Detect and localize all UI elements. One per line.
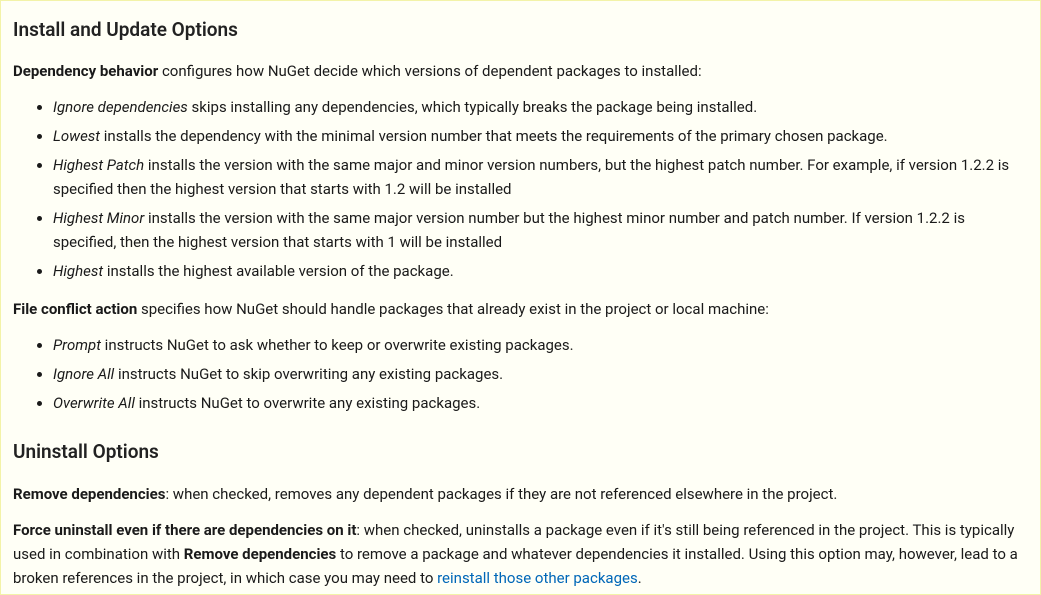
file-conflict-list: Prompt instructs NuGet to ask whether to… [13, 333, 1028, 415]
file-conflict-term: File conflict action [13, 300, 137, 318]
force-uninstall-term: Force uninstall even if there are depend… [13, 521, 356, 539]
file-term: Overwrite All [53, 394, 135, 412]
remove-dependencies-para: Remove dependencies: when checked, remov… [13, 482, 1028, 506]
dependency-behavior-intro: Dependency behavior configures how NuGet… [13, 59, 1028, 83]
dep-term: Highest Minor [53, 209, 144, 227]
dependency-behavior-term: Dependency behavior [13, 62, 158, 80]
force-uninstall-inner-term: Remove dependencies [184, 545, 336, 563]
list-item: Ignore All instructs NuGet to skip overw… [53, 362, 1028, 386]
dep-desc: installs the version with the same major… [53, 209, 965, 251]
file-desc: instructs NuGet to ask whether to keep o… [101, 336, 574, 354]
dep-desc: installs the version with the same major… [53, 156, 1009, 198]
remove-dependencies-term: Remove dependencies [13, 485, 165, 503]
dep-desc: installs the highest available version o… [103, 262, 454, 280]
dep-term: Lowest [53, 127, 100, 145]
file-term: Prompt [53, 336, 101, 354]
dep-term: Highest [53, 262, 103, 280]
dep-term: Highest Patch [53, 156, 144, 174]
list-item: Highest Patch installs the version with … [53, 153, 1028, 201]
list-item: Ignore dependencies skips installing any… [53, 95, 1028, 119]
file-conflict-text: specifies how NuGet should handle packag… [137, 300, 769, 318]
dep-term: Ignore dependencies [53, 98, 188, 116]
file-desc: instructs NuGet to skip overwriting any … [114, 365, 503, 383]
reinstall-packages-link[interactable]: reinstall those other packages [437, 569, 638, 587]
dependency-behavior-list: Ignore dependencies skips installing any… [13, 95, 1028, 283]
force-uninstall-text3: . [638, 569, 642, 587]
force-uninstall-para: Force uninstall even if there are depend… [13, 518, 1028, 590]
file-conflict-intro: File conflict action specifies how NuGet… [13, 297, 1028, 321]
uninstall-options-heading: Uninstall Options [13, 437, 1028, 467]
dependency-behavior-text: configures how NuGet decide which versio… [158, 62, 701, 80]
file-term: Ignore All [53, 365, 114, 383]
list-item: Highest installs the highest available v… [53, 259, 1028, 283]
install-update-heading: Install and Update Options [13, 15, 1028, 45]
dep-desc: installs the dependency with the minimal… [100, 127, 888, 145]
list-item: Lowest installs the dependency with the … [53, 124, 1028, 148]
list-item: Highest Minor installs the version with … [53, 206, 1028, 254]
file-desc: instructs NuGet to overwrite any existin… [135, 394, 480, 412]
remove-dependencies-text: : when checked, removes any dependent pa… [165, 485, 837, 503]
list-item: Prompt instructs NuGet to ask whether to… [53, 333, 1028, 357]
list-item: Overwrite All instructs NuGet to overwri… [53, 391, 1028, 415]
dep-desc: skips installing any dependencies, which… [188, 98, 757, 116]
